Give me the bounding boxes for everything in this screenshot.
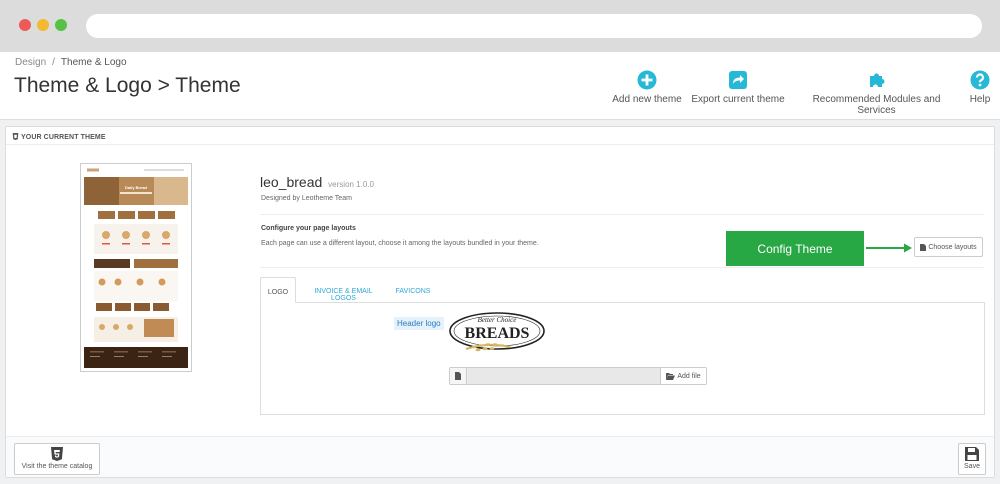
choose-layouts-label: Choose layouts: [928, 243, 977, 251]
file-icon: [920, 243, 927, 251]
save-button[interactable]: Save: [958, 443, 986, 475]
arrow-right-icon: [866, 243, 912, 253]
theme-name: leo_bread version 1.0.0: [260, 174, 374, 190]
tab-content: [260, 302, 985, 415]
choose-layouts-button[interactable]: Choose layouts: [914, 237, 983, 257]
divider: [260, 267, 984, 268]
theme-name-text: leo_bread: [260, 174, 323, 190]
tab-invoice-email-logos[interactable]: INVOICE & EMAIL LOGOS: [305, 277, 382, 303]
add-file-label: Add file: [677, 372, 701, 380]
theme-author: Designed by Leotheme Team: [261, 195, 352, 202]
file-name-field[interactable]: [468, 368, 662, 384]
plus-circle-icon: [637, 70, 657, 90]
page: Design / Theme & Logo Theme & Logo > Theme…: [0, 52, 1000, 484]
panel-footer: Visit the theme catalog Save: [6, 436, 994, 477]
page-title: Theme & Logo > Theme: [14, 74, 241, 97]
file-icon: [450, 368, 467, 384]
tab-favicons[interactable]: FAVICONS: [393, 277, 433, 303]
panel-heading: YOUR CURRENT THEME: [6, 127, 994, 145]
breadcrumb-current: Theme & Logo: [60, 57, 127, 68]
add-file-button[interactable]: Add file: [660, 368, 706, 384]
logo-tagline: Better Choice: [478, 316, 517, 324]
help-button[interactable]: Help: [966, 70, 994, 105]
browser-chrome: [0, 0, 1000, 52]
logo-wordmark: BREADS: [465, 325, 530, 342]
config-theme-button[interactable]: Config Theme: [726, 231, 864, 266]
html5-icon: [12, 133, 19, 140]
logo-tabs: LOGO INVOICE & EMAIL LOGOS FAVICONS: [260, 277, 985, 303]
panel-heading-text: YOUR CURRENT THEME: [21, 134, 106, 141]
save-label: Save: [964, 463, 980, 470]
configure-layouts-description: Each page can use a different layout, ch…: [261, 240, 539, 247]
folder-open-icon: [666, 372, 676, 380]
export-current-theme-button[interactable]: Export current theme: [690, 70, 786, 105]
current-theme-panel: YOUR CURRENT THEME Daily Bread leo_bread…: [5, 126, 995, 478]
export-current-theme-label: Export current theme: [691, 94, 785, 105]
puzzle-icon: [869, 73, 885, 87]
thumbnail-banner-text: Daily Bread: [125, 185, 148, 190]
divider: [260, 214, 984, 215]
header-logo-image: Better Choice BREADS: [449, 312, 545, 352]
html5-icon: [51, 447, 63, 461]
address-bar[interactable]: [86, 14, 982, 38]
floppy-icon: [965, 447, 979, 461]
window-minimize-dot[interactable]: [37, 19, 49, 31]
recommended-modules-label: Recommended Modules and Services: [812, 94, 941, 116]
header-logo-label: Header logo: [394, 317, 444, 330]
theme-version: version 1.0.0: [328, 180, 374, 189]
breadcrumb-parent[interactable]: Design: [15, 57, 46, 68]
tab-logo[interactable]: LOGO: [260, 277, 296, 303]
recommended-modules-button[interactable]: Recommended Modules and Services: [794, 70, 959, 116]
breadcrumb-separator: /: [52, 57, 55, 68]
help-label: Help: [969, 94, 991, 105]
question-circle-icon: [970, 70, 990, 90]
visit-theme-catalog-button[interactable]: Visit the theme catalog: [14, 443, 100, 475]
window-close-dot[interactable]: [19, 19, 31, 31]
window-maximize-dot[interactable]: [55, 19, 67, 31]
share-icon: [729, 71, 747, 89]
visit-theme-catalog-label: Visit the theme catalog: [21, 463, 93, 470]
add-new-theme-button[interactable]: Add new theme: [611, 70, 683, 105]
breadcrumb: Design / Theme & Logo: [15, 57, 127, 68]
configure-layouts-title: Configure your page layouts: [261, 225, 356, 232]
theme-preview-image: Daily Bread: [84, 167, 188, 368]
add-new-theme-label: Add new theme: [612, 94, 682, 105]
logo-file-input[interactable]: Add file: [449, 367, 707, 385]
page-header: Design / Theme & Logo Theme & Logo > Theme…: [0, 52, 1000, 120]
theme-thumbnail: Daily Bread: [80, 163, 192, 372]
